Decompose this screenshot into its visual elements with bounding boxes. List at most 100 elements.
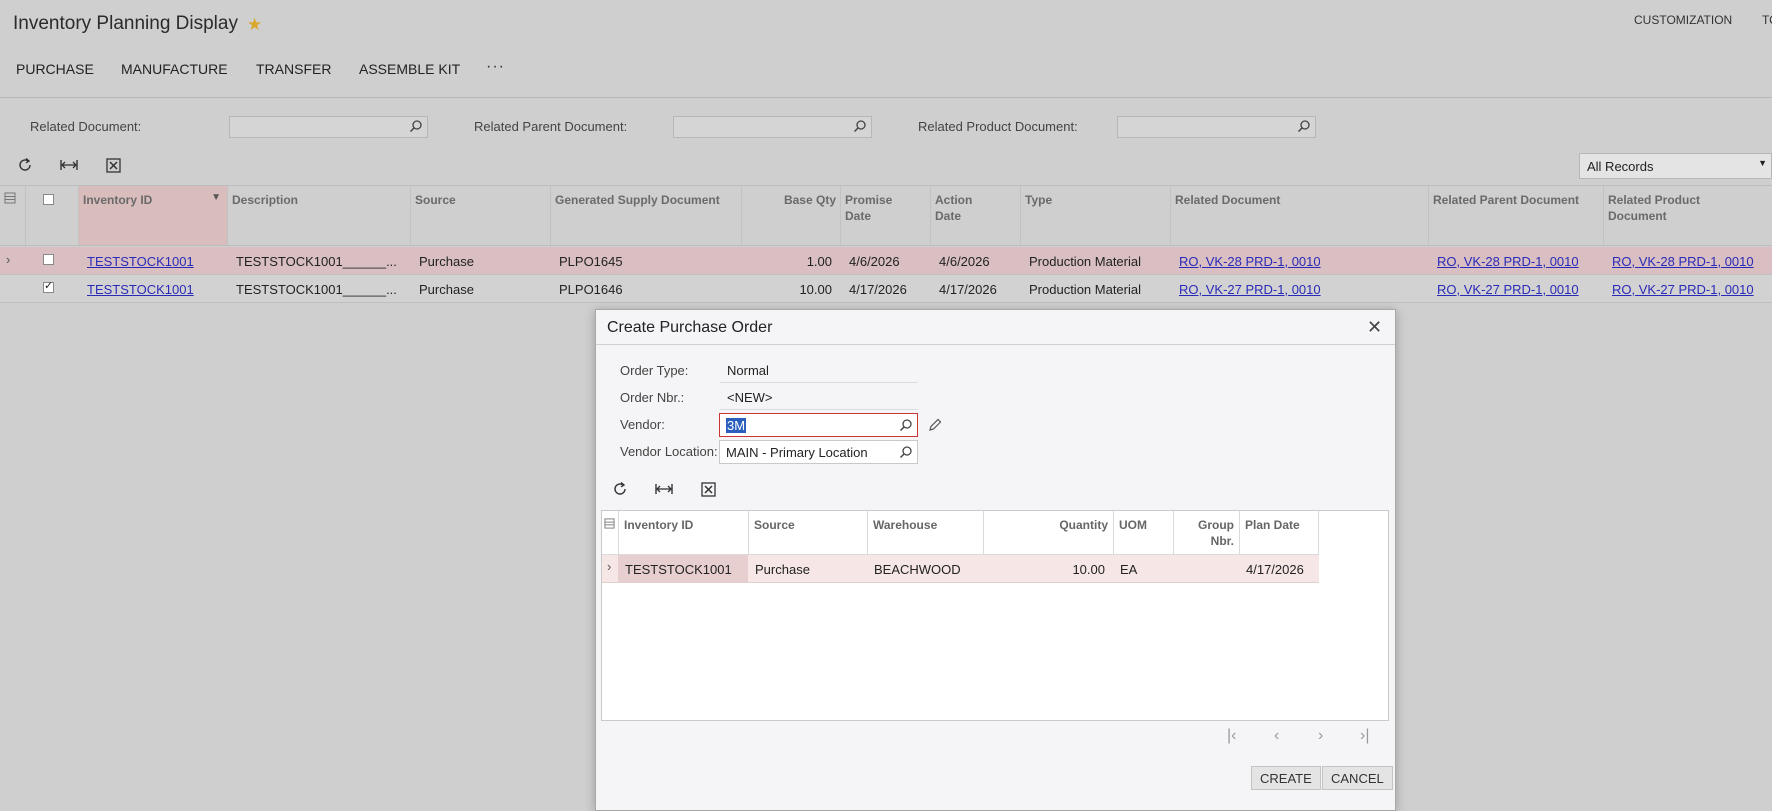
search-icon[interactable] bbox=[899, 418, 913, 432]
order-nbr-value: <NEW> bbox=[727, 390, 773, 405]
header-uom[interactable]: UOM bbox=[1113, 511, 1173, 555]
row-checkbox[interactable] bbox=[43, 279, 54, 293]
warehouse-cell[interactable]: BEACHWOOD bbox=[874, 562, 961, 577]
tools-menu[interactable]: TO bbox=[1762, 13, 1772, 27]
search-icon[interactable] bbox=[1297, 119, 1311, 133]
related-document-input[interactable] bbox=[229, 116, 428, 138]
star-favorite-icon[interactable]: ★ bbox=[247, 15, 262, 35]
header-group-nbr[interactable]: Group Nbr. bbox=[1173, 511, 1239, 555]
search-icon[interactable] bbox=[409, 119, 423, 133]
dialog-title-divider bbox=[596, 344, 1395, 345]
inventory-id-link[interactable]: TESTSTOCK1001 bbox=[87, 254, 194, 269]
fit-columns-icon[interactable] bbox=[654, 479, 674, 499]
inventory-id-link[interactable]: TESTSTOCK1001 bbox=[87, 282, 194, 297]
vendor-location-label: Vendor Location: bbox=[620, 444, 718, 459]
header-action-date[interactable]: Action Date bbox=[930, 186, 1020, 245]
related-document-link[interactable]: RO, VK-28 PRD-1, 0010 bbox=[1179, 254, 1321, 269]
description-cell: TESTSTOCK1001______... bbox=[236, 254, 397, 269]
related-parent-document-input[interactable] bbox=[673, 116, 872, 138]
cancel-button[interactable]: CANCEL bbox=[1322, 766, 1393, 790]
export-excel-icon[interactable] bbox=[103, 155, 123, 175]
description-cell: TESTSTOCK1001______... bbox=[236, 282, 397, 297]
header-generated-supply-document[interactable]: Generated Supply Document bbox=[550, 186, 741, 245]
type-cell: Production Material bbox=[1029, 282, 1141, 297]
order-type-underline bbox=[720, 382, 918, 383]
order-nbr-underline bbox=[720, 409, 918, 410]
header-type[interactable]: Type bbox=[1020, 186, 1170, 245]
header-plan-date[interactable]: Plan Date bbox=[1239, 511, 1319, 555]
inventory-id-cell[interactable]: TESTSTOCK1001 bbox=[625, 562, 732, 577]
assemble-kit-action[interactable]: ASSEMBLE KIT bbox=[359, 61, 460, 77]
more-actions-icon[interactable]: ··· bbox=[486, 58, 505, 76]
fit-columns-icon[interactable] bbox=[59, 155, 79, 175]
table-row[interactable]: TESTSTOCK1001 TESTSTOCK1001______... Pur… bbox=[0, 275, 1772, 303]
refresh-icon[interactable] bbox=[610, 479, 630, 499]
customization-menu[interactable]: CUSTOMIZATION bbox=[1634, 13, 1732, 27]
supply-document-cell: PLPO1646 bbox=[559, 282, 623, 297]
related-product-document-input[interactable] bbox=[1117, 116, 1316, 138]
vendor-input[interactable]: 3M bbox=[719, 413, 918, 437]
header-description[interactable]: Description bbox=[227, 186, 410, 245]
type-cell: Production Material bbox=[1029, 254, 1141, 269]
related-product-document-link[interactable]: RO, VK-27 PRD-1, 0010 bbox=[1612, 282, 1754, 297]
related-parent-document-link[interactable]: RO, VK-28 PRD-1, 0010 bbox=[1437, 254, 1579, 269]
search-icon[interactable] bbox=[853, 119, 867, 133]
header-related-document[interactable]: Related Document bbox=[1170, 186, 1428, 245]
purchase-action[interactable]: PURCHASE bbox=[16, 61, 94, 77]
header-source[interactable]: Source bbox=[748, 511, 867, 555]
quantity-cell[interactable]: 10.00 bbox=[983, 562, 1105, 577]
manufacture-action[interactable]: MANUFACTURE bbox=[121, 61, 228, 77]
edit-pencil-icon[interactable] bbox=[927, 417, 943, 433]
header-related-product-document[interactable]: Related Product Document bbox=[1603, 186, 1772, 245]
select-all-checkbox[interactable] bbox=[43, 194, 54, 205]
chevron-down-icon: ▼ bbox=[1758, 158, 1767, 168]
source-cell[interactable]: Purchase bbox=[755, 562, 810, 577]
create-button[interactable]: CREATE bbox=[1251, 766, 1321, 790]
order-lines-grid: Inventory ID Source Warehouse Quantity U… bbox=[601, 510, 1389, 721]
export-excel-icon[interactable] bbox=[698, 479, 718, 499]
header-inventory-id[interactable]: Inventory ID bbox=[618, 511, 748, 555]
header-inventory-id-label: Inventory ID bbox=[83, 193, 153, 207]
close-icon[interactable]: ✕ bbox=[1367, 317, 1382, 338]
source-cell: Purchase bbox=[419, 254, 474, 269]
vendor-value: 3M bbox=[726, 418, 747, 433]
filter-icon[interactable]: ▼ bbox=[211, 190, 221, 206]
related-document-link[interactable]: RO, VK-27 PRD-1, 0010 bbox=[1179, 282, 1321, 297]
search-icon[interactable] bbox=[899, 445, 913, 459]
row-checkbox[interactable] bbox=[43, 254, 54, 265]
uom-cell[interactable]: EA bbox=[1120, 562, 1137, 577]
header-base-qty[interactable]: Base Qty bbox=[741, 186, 840, 245]
plan-date-cell[interactable]: 4/17/2026 bbox=[1246, 562, 1304, 577]
header-warehouse[interactable]: Warehouse bbox=[867, 511, 983, 555]
select-all-cell[interactable] bbox=[25, 186, 78, 245]
table-row[interactable]: › TESTSTOCK1001 TESTSTOCK1001______... P… bbox=[0, 247, 1772, 275]
related-parent-document-link[interactable]: RO, VK-27 PRD-1, 0010 bbox=[1437, 282, 1579, 297]
supply-document-cell: PLPO1645 bbox=[559, 254, 623, 269]
related-product-document-link[interactable]: RO, VK-28 PRD-1, 0010 bbox=[1612, 254, 1754, 269]
header-source[interactable]: Source bbox=[410, 186, 550, 245]
records-filter-select[interactable]: All Records ▼ bbox=[1579, 153, 1772, 179]
create-purchase-order-dialog: Create Purchase Order ✕ Order Type: Norm… bbox=[595, 309, 1396, 811]
transfer-action[interactable]: TRANSFER bbox=[256, 61, 331, 77]
column-settings-icon[interactable] bbox=[4, 192, 16, 204]
order-nbr-label: Order Nbr.: bbox=[620, 390, 685, 405]
header-inventory-id[interactable]: Inventory ID ▼ bbox=[78, 186, 227, 245]
vendor-location-input[interactable]: MAIN - Primary Location bbox=[719, 440, 918, 464]
next-page-icon[interactable]: › bbox=[1318, 727, 1323, 745]
header-related-parent-document[interactable]: Related Parent Document bbox=[1428, 186, 1603, 245]
related-document-label: Related Document: bbox=[30, 119, 142, 134]
row-expand-icon[interactable]: › bbox=[6, 252, 10, 267]
order-type-value: Normal bbox=[727, 363, 769, 378]
header-quantity[interactable]: Quantity bbox=[983, 511, 1113, 555]
table-row[interactable]: › TESTSTOCK1001 Purchase BEACHWOOD 10.00… bbox=[602, 555, 1319, 583]
first-page-icon[interactable]: |‹ bbox=[1227, 727, 1236, 745]
header-promise-date[interactable]: Promise Date bbox=[840, 186, 930, 245]
row-expand-icon[interactable]: › bbox=[607, 559, 611, 574]
last-page-icon[interactable]: ›| bbox=[1360, 727, 1369, 745]
column-settings-cell[interactable] bbox=[0, 186, 25, 245]
previous-page-icon[interactable]: ‹ bbox=[1274, 727, 1279, 745]
refresh-icon[interactable] bbox=[15, 155, 35, 175]
column-settings-icon[interactable] bbox=[604, 518, 615, 529]
related-product-document-label: Related Product Document: bbox=[918, 119, 1078, 134]
column-settings-cell[interactable] bbox=[602, 511, 618, 555]
